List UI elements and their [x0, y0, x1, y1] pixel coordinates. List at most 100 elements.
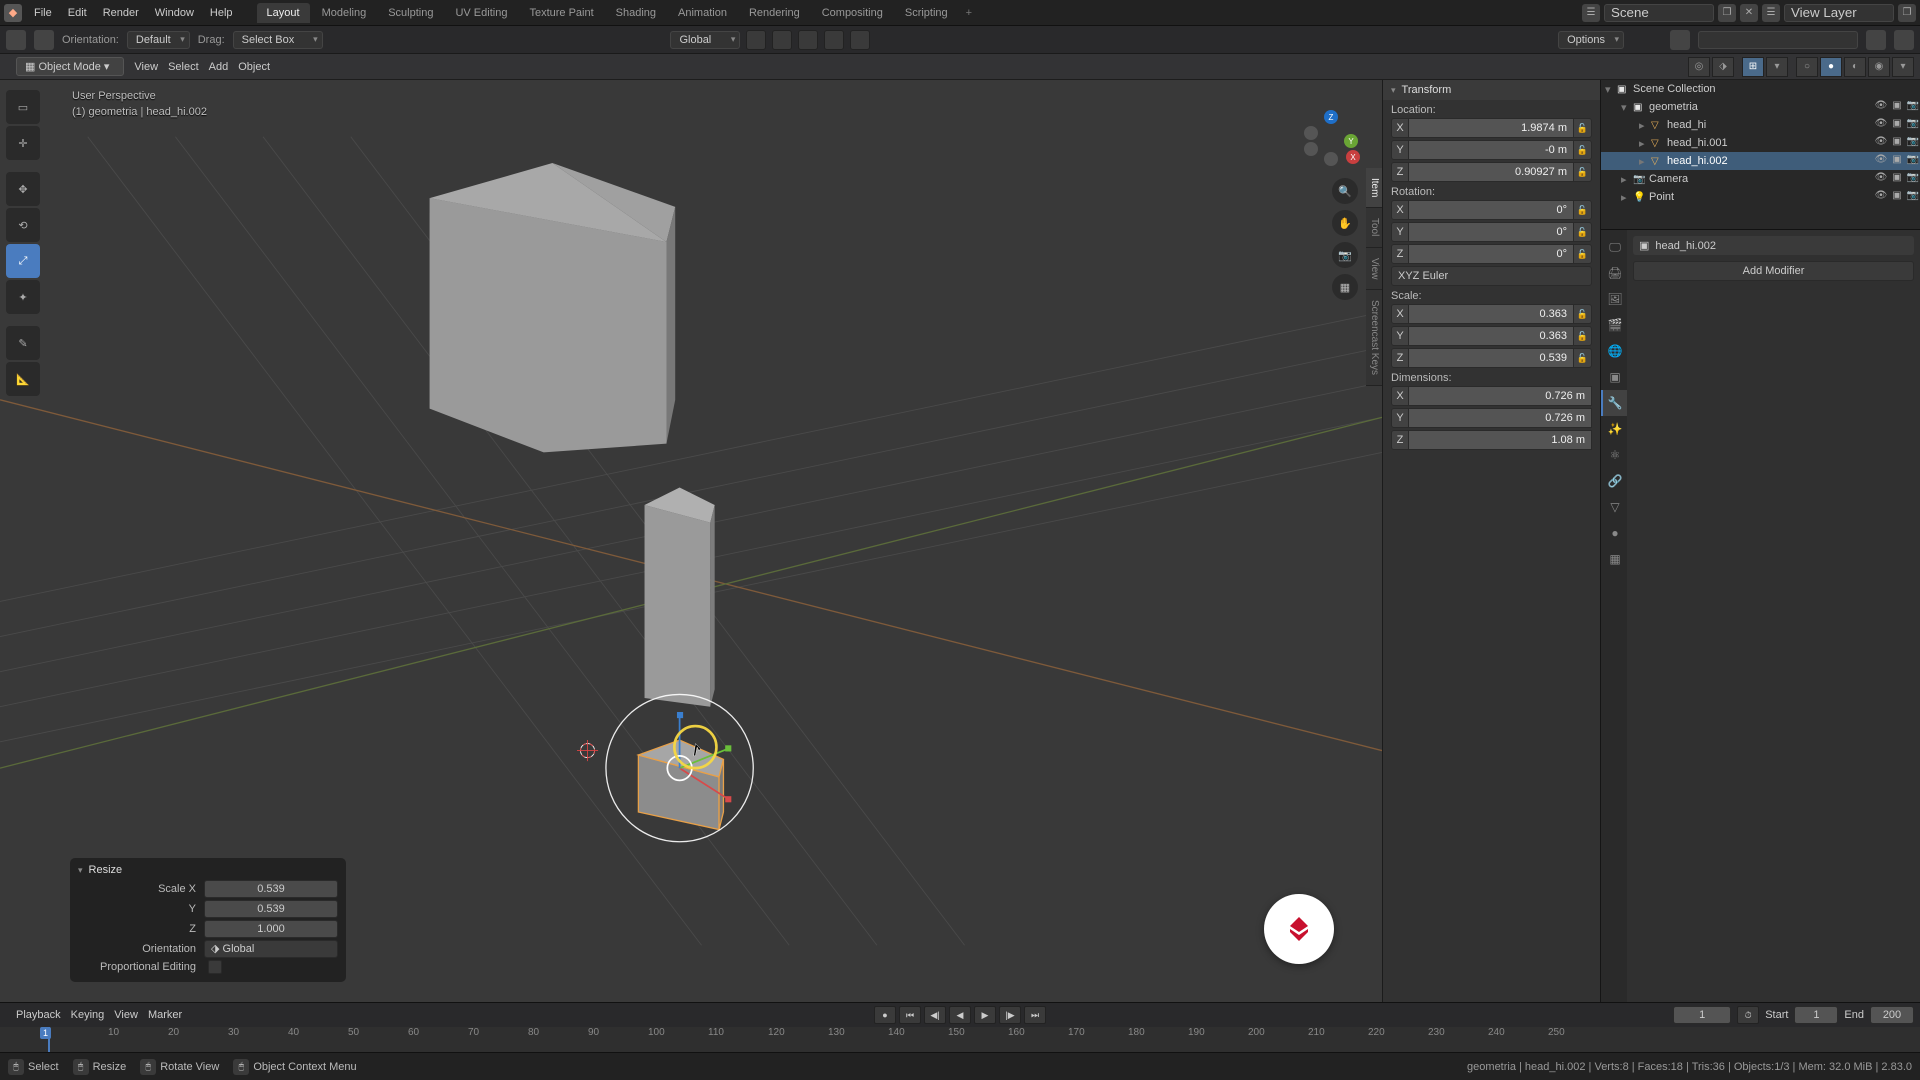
dim-y-input[interactable]: 0.726 m — [1409, 408, 1592, 428]
tab-item[interactable]: Item — [1366, 168, 1382, 208]
viewport-menu-add[interactable]: Add — [209, 61, 229, 73]
filter-icon[interactable] — [1670, 30, 1690, 50]
timeline-menu-keying[interactable]: Keying — [71, 1009, 105, 1021]
lock-icon[interactable]: 🔓 — [1574, 140, 1592, 160]
gizmo-toggle[interactable]: ⬗ — [1712, 57, 1734, 77]
filter-toggle-icon[interactable] — [1866, 30, 1886, 50]
tab-render[interactable]: 🖵 — [1601, 234, 1627, 260]
menu-window[interactable]: Window — [147, 7, 202, 19]
workspace-tab-layout[interactable]: Layout — [257, 3, 310, 23]
menu-help[interactable]: Help — [202, 7, 241, 19]
scene-name-input[interactable] — [1604, 4, 1714, 22]
viewlayer-new-icon[interactable]: ❐ — [1898, 4, 1916, 22]
workspace-tab-compositing[interactable]: Compositing — [812, 3, 893, 23]
workspace-tab-animation[interactable]: Animation — [668, 3, 737, 23]
pivot-icon[interactable] — [746, 30, 766, 50]
workspace-tab-modeling[interactable]: Modeling — [312, 3, 377, 23]
tab-tool[interactable]: Tool — [1366, 208, 1382, 247]
proportional-editing-checkbox[interactable] — [208, 960, 222, 974]
cursor-tool-icon[interactable] — [6, 30, 26, 50]
lock-icon[interactable]: 🔓 — [1574, 118, 1592, 138]
tab-object[interactable]: ▣ — [1601, 364, 1627, 390]
jump-start-button[interactable]: ⏮ — [899, 1006, 921, 1024]
rendered-shading[interactable]: ◉ — [1868, 57, 1890, 77]
play-button[interactable]: ▶ — [974, 1006, 996, 1024]
annotate-tool[interactable]: ✎ — [6, 326, 40, 360]
resize-orientation-dropdown[interactable]: ⬗ Global — [204, 940, 338, 958]
scene-new-icon[interactable]: ❐ — [1718, 4, 1736, 22]
tab-physics[interactable]: ⚛ — [1601, 442, 1627, 468]
menu-render[interactable]: Render — [95, 7, 147, 19]
mode-dropdown[interactable]: ▦ Object Mode ▾ — [16, 57, 124, 76]
select-visible-icon[interactable]: ◎ — [1688, 57, 1710, 77]
add-modifier-dropdown[interactable]: Add Modifier — [1633, 261, 1914, 281]
scale-x-input[interactable]: 0.363 — [1409, 304, 1574, 324]
shading-options-dropdown[interactable]: ▾ — [1892, 57, 1914, 77]
drag-dropdown[interactable]: Select Box — [233, 31, 323, 49]
new-collection-icon[interactable] — [1894, 30, 1914, 50]
rotation-mode-dropdown[interactable]: XYZ Euler — [1391, 266, 1592, 286]
outliner-row[interactable]: ▸💡Point👁▣📷 — [1601, 188, 1920, 206]
orientation-dropdown[interactable]: Default — [127, 31, 190, 49]
workspace-tab-rendering[interactable]: Rendering — [739, 3, 810, 23]
outliner-row[interactable]: ▸📷Camera👁▣📷 — [1601, 170, 1920, 188]
move-tool[interactable]: ✥ — [6, 172, 40, 206]
frame-range-icon[interactable]: ⏱ — [1737, 1006, 1759, 1024]
select-tool-icon[interactable] — [34, 30, 54, 50]
rot-z-input[interactable]: 0° — [1409, 244, 1574, 264]
scale-z-input[interactable]: 1.000 — [204, 920, 338, 938]
tab-texture[interactable]: ▦ — [1601, 546, 1627, 572]
loc-x-input[interactable]: 1.9874 m — [1409, 118, 1574, 138]
tab-material[interactable]: ● — [1601, 520, 1627, 546]
zoom-icon[interactable]: 🔍 — [1332, 178, 1358, 204]
pan-icon[interactable]: ✋ — [1332, 210, 1358, 236]
rot-y-input[interactable]: 0° — [1409, 222, 1574, 242]
play-reverse-button[interactable]: ◀ — [949, 1006, 971, 1024]
lock-icon[interactable]: 🔓 — [1574, 304, 1592, 324]
outliner-row[interactable]: ▸▽head_hi.001👁▣📷 — [1601, 134, 1920, 152]
transform-panel-header[interactable]: Transform — [1383, 80, 1600, 100]
scene-delete-icon[interactable]: ✕ — [1740, 4, 1758, 22]
workspace-tab-sculpting[interactable]: Sculpting — [378, 3, 443, 23]
snap-target-dropdown[interactable] — [798, 30, 818, 50]
cursor-tool[interactable]: ✛ — [6, 126, 40, 160]
scene-browse-icon[interactable]: ☰ — [1582, 4, 1600, 22]
end-frame-input[interactable]: 200 — [1870, 1006, 1914, 1024]
outliner-row[interactable]: ▸▽head_hi👁▣📷 — [1601, 116, 1920, 134]
measure-tool[interactable]: 📐 — [6, 362, 40, 396]
lock-icon[interactable]: 🔓 — [1574, 200, 1592, 220]
lock-icon[interactable]: 🔓 — [1574, 348, 1592, 368]
workspace-tab-texture-paint[interactable]: Texture Paint — [519, 3, 603, 23]
workspace-tab-shading[interactable]: Shading — [606, 3, 666, 23]
scale-x-input[interactable]: 0.539 — [204, 880, 338, 898]
perspective-toggle-icon[interactable]: ▦ — [1332, 274, 1358, 300]
tab-mesh[interactable]: ▽ — [1601, 494, 1627, 520]
outliner-row[interactable]: ▸▽head_hi.002👁▣📷 — [1601, 152, 1920, 170]
3d-viewport[interactable]: ▭ ✛ ✥ ⟲ ⤢ ✦ ✎ 📐 User Perspective (1) geo… — [0, 80, 1382, 1002]
keyframe-prev-button[interactable]: ◀| — [924, 1006, 946, 1024]
dim-x-input[interactable]: 0.726 m — [1409, 386, 1592, 406]
scale-y-input[interactable]: 0.363 — [1409, 326, 1574, 346]
rotate-tool[interactable]: ⟲ — [6, 208, 40, 242]
outliner-collection[interactable]: ▾▣ Scene Collection — [1601, 80, 1920, 98]
proportional-falloff-dropdown[interactable] — [850, 30, 870, 50]
tab-scene[interactable]: 🎬 — [1601, 312, 1627, 338]
add-workspace-button[interactable]: + — [958, 3, 980, 23]
current-frame-input[interactable]: 1 — [1673, 1006, 1731, 1024]
operator-title[interactable]: Resize — [78, 864, 338, 876]
viewport-menu-view[interactable]: View — [134, 61, 158, 73]
scale-tool[interactable]: ⤢ — [6, 244, 40, 278]
viewport-menu-select[interactable]: Select — [168, 61, 199, 73]
lock-icon[interactable]: 🔓 — [1574, 222, 1592, 242]
workspace-tab-uv-editing[interactable]: UV Editing — [445, 3, 517, 23]
select-box-tool[interactable]: ▭ — [6, 90, 40, 124]
tab-particles[interactable]: ✨ — [1601, 416, 1627, 442]
tab-output[interactable]: 🖨 — [1601, 260, 1627, 286]
wireframe-shading[interactable]: ○ — [1796, 57, 1818, 77]
outliner-row[interactable]: ▾▣geometria👁▣📷 — [1601, 98, 1920, 116]
timeline-menu-playback[interactable]: Playback — [16, 1009, 61, 1021]
menu-file[interactable]: File — [26, 7, 60, 19]
autokey-toggle[interactable]: ● — [874, 1006, 896, 1024]
tab-modifier[interactable]: 🔧 — [1601, 390, 1627, 416]
start-frame-input[interactable]: 1 — [1794, 1006, 1838, 1024]
